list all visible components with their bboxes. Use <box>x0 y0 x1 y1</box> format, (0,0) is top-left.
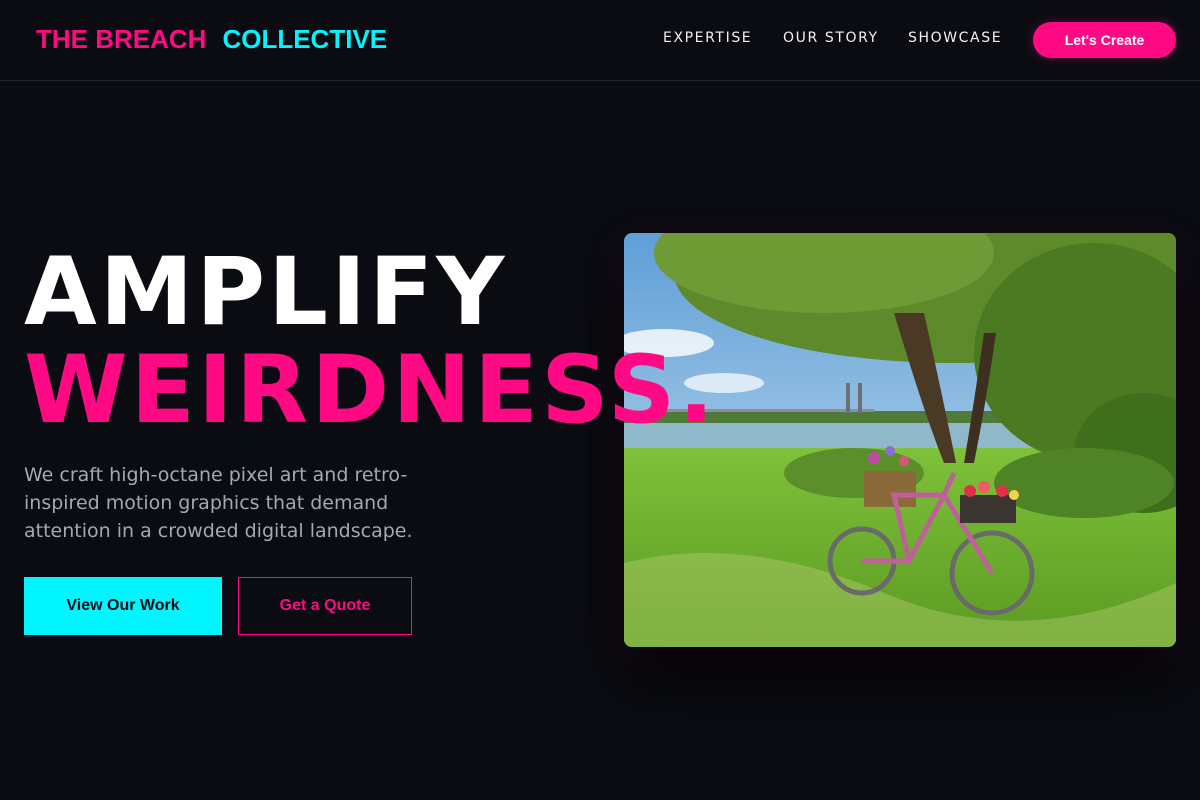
site-header: THE BREACH COLLECTIVE EXPERTISE OUR STORY… <box>0 0 1200 81</box>
nav-link-expertise[interactable]: EXPERTISE <box>663 29 752 47</box>
get-a-quote-button[interactable]: Get a Quote <box>238 577 412 635</box>
brand-logo[interactable]: THE BREACH COLLECTIVE <box>36 24 387 54</box>
hero-title-line1: AMPLIFY <box>24 238 508 347</box>
brand-name-part2: COLLECTIVE <box>222 24 388 54</box>
nav-link-showcase[interactable]: SHOWCASE <box>908 29 1002 47</box>
hero-subtitle: We craft high-octane pixel art and retro… <box>24 464 413 542</box>
hero-title-line2: WEIRDNESS. <box>24 336 718 445</box>
brand-name-part1: THE BREACH <box>36 24 207 54</box>
view-our-work-button[interactable]: View Our Work <box>24 577 222 635</box>
lets-create-button[interactable]: Let's Create <box>1033 22 1176 58</box>
nav-link-our-story[interactable]: OUR STORY <box>783 29 879 47</box>
